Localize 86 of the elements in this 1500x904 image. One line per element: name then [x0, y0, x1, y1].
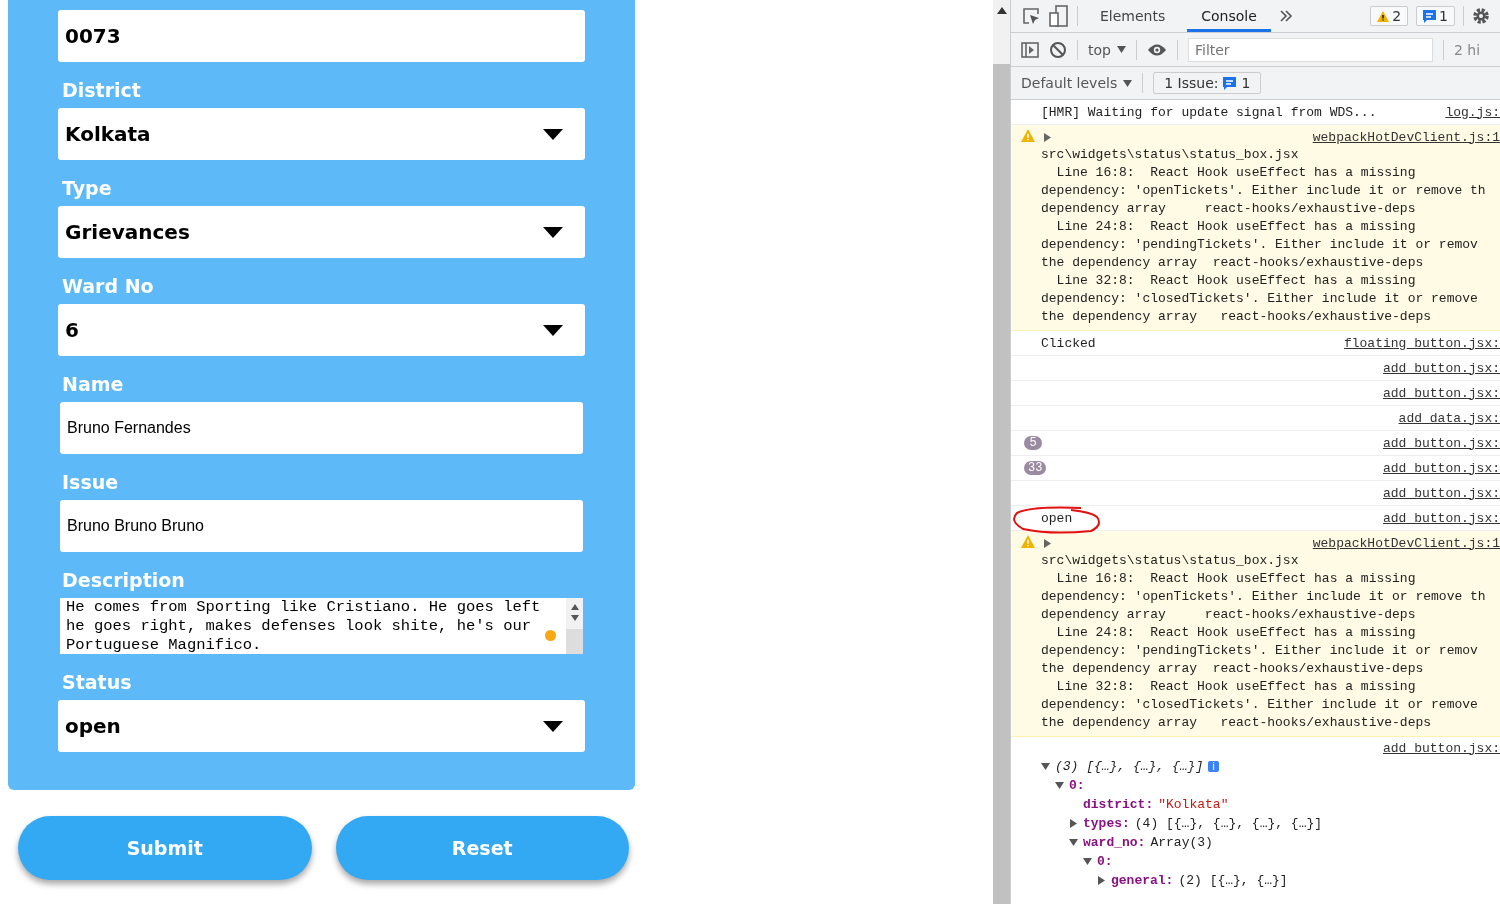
more-tabs-icon[interactable] — [1278, 10, 1293, 22]
hidden-count: 2 hi — [1453, 41, 1481, 58]
scrollbar-thumb[interactable] — [993, 64, 1010, 904]
scroll-up-icon[interactable] — [996, 7, 1007, 14]
log-message: [HMR] Waiting for update signal from WDS... — [1041, 104, 1378, 120]
property-key[interactable]: district: — [1083, 797, 1154, 812]
scroll-up-icon[interactable] — [569, 603, 580, 611]
property-key[interactable]: ward_no: — [1083, 835, 1146, 850]
dropdown[interactable]: Grievances — [58, 206, 585, 258]
property-value: (2) [{…}, {…}] — [1178, 873, 1288, 888]
clear-console-icon[interactable] — [1049, 40, 1067, 59]
settings-icon[interactable] — [1472, 7, 1490, 25]
field-label: Name — [61, 372, 125, 397]
sidebar-toggle-icon[interactable] — [1021, 41, 1039, 58]
warning-message: src\widgets\status\status_box.jsx Line 16:8: React Hook useEffect has a missing dependency: 'openTickets'. Either include it or remove th dependency array react-hooks/exhaustive-deps Line 24:8: React Hook useEffect has a missing dependency: 'pendingTickets'. Either include it or remov the dependency array react-hooks/exhaustive-deps Line 32:8: React Hook useEffect has a missing dependency: 'closedTickets'. Either include it or remove the dependency array react-hooks/exhaustive-deps — [1041, 146, 1487, 326]
repeat-count-badge: 33 — [1024, 461, 1047, 475]
property-value: "Kolkata" — [1158, 797, 1229, 812]
input-field[interactable]: Bruno Fernandes — [60, 402, 583, 454]
textarea-field[interactable]: He comes from Sporting like Cristiano. He goes left he goes right, makes defenses look shite, he's our Portuguese Magnifico. — [60, 598, 583, 654]
expand-arrow-icon[interactable] — [1097, 876, 1106, 885]
array-summary[interactable]: (3) [{…}, {…}, {…}] — [1055, 759, 1204, 774]
expand-arrow-icon[interactable] — [1069, 819, 1078, 828]
inspect-icon[interactable] — [1021, 6, 1041, 26]
expand-arrow-icon[interactable] — [1041, 762, 1050, 771]
expand-arrow-icon[interactable] — [1069, 838, 1078, 847]
field-label: District — [61, 78, 142, 103]
warnings-counter[interactable]: 2 — [1370, 6, 1409, 26]
field-label: Status — [61, 670, 133, 695]
property-key[interactable]: types: — [1083, 816, 1130, 831]
message-icon — [1223, 76, 1237, 90]
caret-icon — [543, 128, 563, 140]
warning-icon — [1021, 129, 1035, 142]
caret-icon — [1123, 79, 1133, 87]
source-link[interactable]: floating_button.jsx: — [1343, 335, 1500, 351]
source-link[interactable]: webpackHotDevClient.js:1 — [1312, 535, 1500, 551]
input-field[interactable]: 0073 — [58, 10, 585, 62]
filter-field[interactable]: Filter — [1187, 37, 1433, 62]
eye-icon[interactable] — [1146, 42, 1167, 57]
expand-arrow-icon[interactable] — [1083, 857, 1092, 866]
warning-icon — [1377, 10, 1390, 22]
repeat-count-badge: 5 — [1024, 436, 1042, 450]
issues-button[interactable]: 1 Issue: 1 — [1153, 72, 1262, 94]
caret-icon — [543, 720, 563, 732]
source-link[interactable]: webpackHotDevClient.js:1 — [1312, 129, 1500, 145]
property-key[interactable]: 0: — [1097, 854, 1113, 869]
source-link[interactable]: add_data.jsx: — [1398, 410, 1500, 426]
source-link[interactable]: add_button.jsx: — [1382, 460, 1500, 476]
source-link[interactable]: add_button.jsx: — [1382, 385, 1500, 401]
source-link[interactable]: add_button.jsx: — [1382, 360, 1500, 376]
property-value: Array(3) — [1150, 835, 1213, 850]
log-message: Clicked — [1041, 335, 1097, 351]
info-badge: i — [1208, 761, 1219, 772]
dropdown[interactable]: open — [58, 700, 585, 752]
devtools-tab[interactable]: Elements — [1086, 0, 1180, 32]
field-label: Description — [61, 568, 186, 593]
scroll-down-icon[interactable] — [569, 614, 580, 622]
field-label: Type — [61, 176, 113, 201]
field-label: Ward No — [61, 274, 155, 299]
caret-icon — [543, 324, 563, 336]
property-value: (4) [{…}, {…}, {…}, {…}] — [1134, 816, 1323, 831]
field-label: Issue — [61, 470, 120, 495]
caret-icon — [543, 226, 563, 238]
message-icon — [1423, 9, 1437, 23]
scrollbar[interactable] — [566, 598, 583, 654]
dropdown[interactable]: Kolkata — [58, 108, 585, 160]
source-link[interactable]: add_button.jsx: — [1382, 485, 1500, 501]
dropdown[interactable]: 6 — [58, 304, 585, 356]
property-key[interactable]: general: — [1111, 873, 1174, 888]
cursor-dot — [545, 630, 556, 641]
messages-counter[interactable]: 1 — [1416, 6, 1455, 26]
levels-dropdown[interactable]: Default levels — [1021, 75, 1133, 91]
context-dropdown[interactable]: top — [1088, 41, 1126, 58]
warning-message: src\widgets\status\status_box.jsx Line 16:8: React Hook useEffect has a missing dependency: 'openTickets'. Either include it or remove th dependency array react-hooks/exhaustive-deps Line 24:8: React Hook useEffect has a missing dependency: 'pendingTickets'. Either include it or remov the dependency array react-hooks/exhaustive-deps Line 32:8: React Hook useEffect has a missing dependency: 'closedTickets'. Either include it or remove the dependency array react-hooks/exhaustive-deps — [1041, 552, 1487, 732]
expand-arrow-icon[interactable] — [1043, 538, 1051, 548]
device-icon[interactable] — [1049, 5, 1069, 27]
expand-arrow-icon[interactable] — [1043, 132, 1051, 142]
warning-icon — [1021, 535, 1035, 548]
source-link[interactable]: add_button.jsx: — [1382, 510, 1500, 526]
source-link[interactable]: add_button.jsx: — [1382, 740, 1500, 756]
source-link[interactable]: log.js: — [1445, 104, 1500, 120]
property-key[interactable]: 0: — [1069, 778, 1085, 793]
log-message: open — [1041, 510, 1080, 526]
source-link[interactable]: add_button.jsx: — [1382, 435, 1500, 451]
input-field[interactable]: Bruno Bruno Bruno — [60, 500, 583, 552]
caret-icon — [1116, 46, 1126, 53]
expand-arrow-icon[interactable] — [1055, 781, 1064, 790]
